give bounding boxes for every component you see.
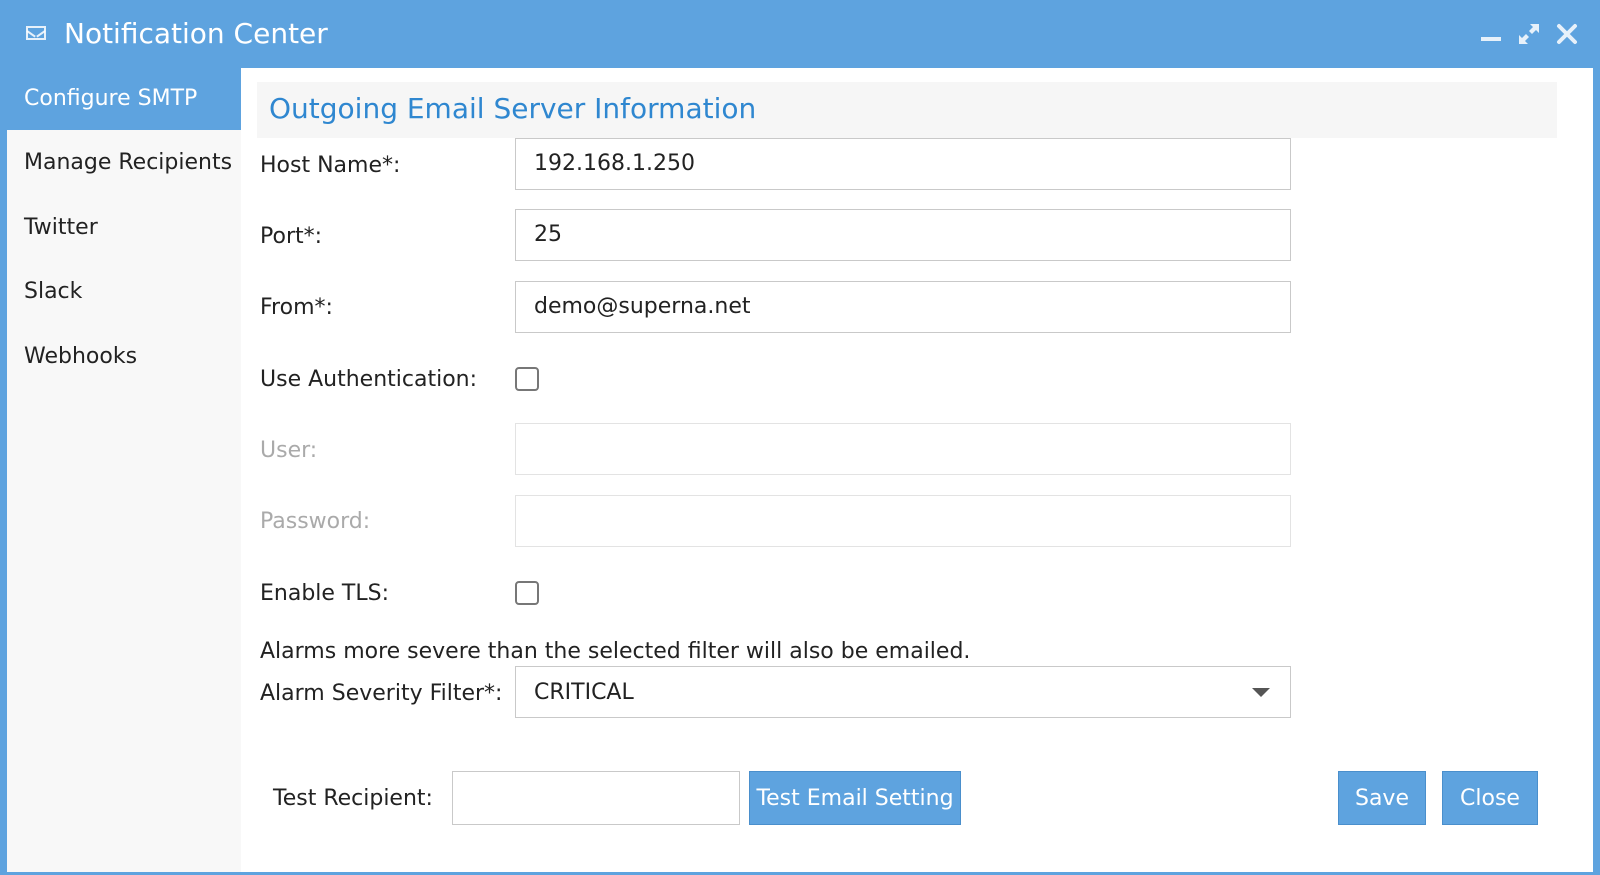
- sidebar-item-webhooks[interactable]: Webhooks: [7, 326, 241, 388]
- sidebar-item-configure-smtp[interactable]: Configure SMTP: [7, 68, 241, 130]
- password-label: Password:: [260, 509, 371, 534]
- test-email-setting-button[interactable]: Test Email Setting: [749, 771, 961, 825]
- host-name-input[interactable]: 192.168.1.250: [515, 138, 1291, 190]
- use-authentication-label: Use Authentication:: [260, 367, 478, 392]
- sidebar-item-manage-recipients[interactable]: Manage Recipients: [7, 132, 241, 194]
- sidebar: Configure SMTP Manage Recipients Twitter…: [7, 68, 241, 872]
- section-header: Outgoing Email Server Information: [257, 82, 1557, 138]
- alarm-severity-value: CRITICAL: [534, 680, 634, 705]
- host-name-label: Host Name*:: [260, 153, 401, 178]
- chevron-down-icon: [1252, 688, 1270, 697]
- window-title: Notification Center: [64, 17, 328, 50]
- save-button[interactable]: Save: [1338, 771, 1426, 825]
- sidebar-item-twitter[interactable]: Twitter: [7, 197, 241, 259]
- maximize-icon[interactable]: [1515, 20, 1543, 48]
- title-bar[interactable]: Notification Center: [0, 0, 1600, 66]
- smtp-config-panel: Outgoing Email Server Information Host N…: [241, 68, 1593, 872]
- envelope-icon: [26, 26, 46, 40]
- close-button[interactable]: Close: [1442, 771, 1538, 825]
- severity-note: Alarms more severe than the selected fil…: [260, 639, 971, 664]
- enable-tls-label: Enable TLS:: [260, 581, 390, 606]
- sidebar-item-slack[interactable]: Slack: [7, 261, 241, 323]
- user-input[interactable]: [515, 423, 1291, 475]
- test-recipient-input[interactable]: [452, 771, 740, 825]
- notification-center-dialog: Notification Center Configure SMTP Manag…: [0, 0, 1600, 875]
- minimize-icon[interactable]: [1477, 20, 1505, 48]
- user-label: User:: [260, 438, 318, 463]
- use-authentication-checkbox[interactable]: [515, 367, 539, 391]
- port-label: Port*:: [260, 224, 323, 249]
- from-label: From*:: [260, 295, 333, 320]
- port-input[interactable]: 25: [515, 209, 1291, 261]
- password-input[interactable]: [515, 495, 1291, 547]
- close-icon[interactable]: [1553, 20, 1581, 48]
- alarm-severity-label: Alarm Severity Filter*:: [260, 681, 503, 706]
- section-title: Outgoing Email Server Information: [269, 92, 757, 125]
- enable-tls-checkbox[interactable]: [515, 581, 539, 605]
- from-input[interactable]: demo@superna.net: [515, 281, 1291, 333]
- dialog-body: Configure SMTP Manage Recipients Twitter…: [7, 68, 1593, 872]
- test-recipient-label: Test Recipient:: [273, 786, 433, 811]
- alarm-severity-select[interactable]: CRITICAL: [515, 666, 1291, 718]
